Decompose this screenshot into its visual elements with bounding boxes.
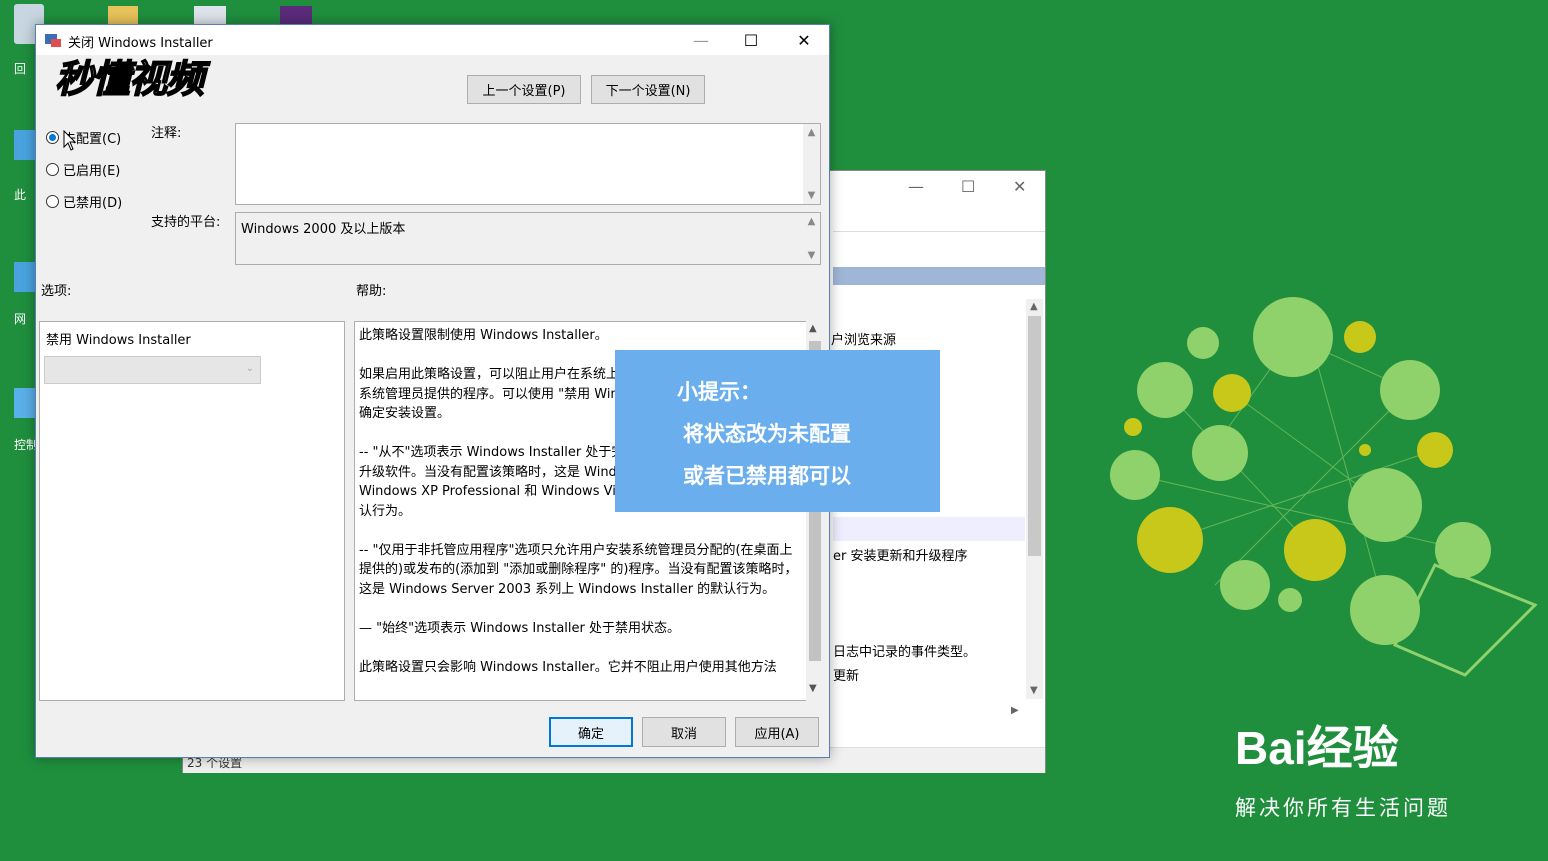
tip-overlay: 小提示： 将状态改为未配置 或者已禁用都可以 [615, 350, 940, 512]
options-panel: 禁用 Windows Installer ⌄ [39, 321, 345, 701]
options-label: 选项: [41, 284, 72, 299]
baidu-logo: Bai经验 解决你所有生活问题 [1235, 712, 1448, 820]
help-paragraph: — "始终"选项表示 Windows Installer 处于禁用状态。 [359, 620, 680, 636]
next-setting-button[interactable]: 下一个设置(N) [591, 75, 705, 104]
scrollbar[interactable]: ▲ ▼ [803, 213, 820, 264]
desktop-folder-icon[interactable] [108, 6, 138, 24]
scrollbar[interactable]: ▲ ▼ [803, 124, 820, 204]
desktop-label: 回 [14, 62, 27, 76]
scroll-down-icon[interactable]: ▼ [809, 683, 817, 694]
list-item[interactable]: 日志中记录的事件类型。 [833, 641, 976, 660]
platform-field: Windows 2000 及以上版本 ▲ ▼ [235, 212, 821, 265]
bulb-node [1253, 297, 1333, 377]
radio-dot[interactable] [46, 163, 59, 176]
desktop-label: 网 [14, 312, 27, 326]
chevron-down-icon: ⌄ [245, 363, 254, 374]
scroll-down-icon[interactable]: ▼ [1030, 685, 1038, 696]
scroll-up-icon[interactable]: ▲ [809, 323, 817, 334]
help-paragraph: 此策略设置限制使用 Windows Installer。 [359, 328, 608, 343]
radio-not-configured[interactable]: 未配置(C) [46, 128, 121, 147]
help-paragraph: -- "仅用于非托管应用程序"选项只允许用户安装系统管理员分配的(在桌面上提供的… [359, 542, 798, 597]
radio-dot[interactable] [46, 195, 59, 208]
policy-icon [45, 34, 61, 47]
baidu-slogan: 解决你所有生活问题 [1235, 796, 1451, 820]
cancel-button[interactable]: 取消 [642, 717, 726, 747]
help-paragraph: 此策略设置只会影响 Windows Installer。它并不阻止用户使用其他方… [359, 659, 777, 675]
baidu-logo-text: Bai经验 [1235, 722, 1399, 774]
comment-textarea[interactable]: ▲ ▼ [235, 123, 821, 205]
prev-setting-button[interactable]: 上一个设置(P) [467, 75, 581, 104]
option-name: 禁用 Windows Installer [46, 333, 191, 348]
list-item[interactable]: 更新 [833, 665, 859, 684]
list-item[interactable]: 户浏览来源 [831, 329, 896, 348]
close-button[interactable]: ✕ [779, 25, 829, 55]
platform-value: Windows 2000 及以上版本 [241, 222, 406, 237]
tip-line: 或者已禁用都可以 [683, 464, 851, 488]
minimize-button[interactable]: — [676, 25, 726, 55]
desktop-folder-icon[interactable] [194, 6, 226, 24]
mouse-cursor-icon [63, 130, 77, 151]
desktop-app-icon[interactable] [280, 6, 312, 24]
option-dropdown[interactable]: ⌄ [44, 356, 261, 384]
radio-label: 已启用(E) [63, 164, 121, 179]
video-watermark: 秒懂视频 [54, 56, 205, 102]
lightbulb-graphic [1110, 297, 1538, 677]
tip-line: 将状态改为未配置 [683, 422, 851, 446]
comment-label: 注释: [151, 126, 182, 141]
scroll-right-icon[interactable]: ▶ [1011, 705, 1019, 716]
maximize-icon[interactable]: ☐ [961, 177, 975, 196]
minimize-icon[interactable]: — [908, 177, 924, 196]
help-label: 帮助: [356, 284, 387, 299]
divider [833, 231, 1045, 232]
tip-title: 小提示： [677, 380, 761, 404]
scroll-down-icon[interactable]: ▼ [803, 187, 820, 204]
apply-button[interactable]: 应用(A) [735, 717, 819, 747]
column-header [833, 267, 1045, 285]
maximize-button[interactable]: ☐ [726, 25, 776, 55]
scrollbar-thumb[interactable] [1028, 316, 1041, 556]
scroll-down-icon[interactable]: ▼ [803, 247, 820, 264]
selected-row[interactable] [833, 517, 1025, 541]
radio-enabled[interactable]: 已启用(E) [46, 160, 120, 179]
ok-button[interactable]: 确定 [549, 717, 633, 747]
scroll-up-icon[interactable]: ▲ [803, 213, 820, 230]
scroll-up-icon[interactable]: ▲ [803, 124, 820, 141]
list-item[interactable]: er 安装更新和升级程序 [833, 545, 967, 564]
desktop-label: 此 [14, 188, 27, 202]
platform-label: 支持的平台: [151, 215, 221, 230]
radio-label: 已禁用(D) [63, 196, 123, 211]
radio-dot[interactable] [46, 131, 59, 144]
close-icon[interactable]: ✕ [1013, 177, 1026, 196]
scroll-up-icon[interactable]: ▲ [1030, 301, 1038, 312]
radio-disabled[interactable]: 已禁用(D) [46, 192, 122, 211]
